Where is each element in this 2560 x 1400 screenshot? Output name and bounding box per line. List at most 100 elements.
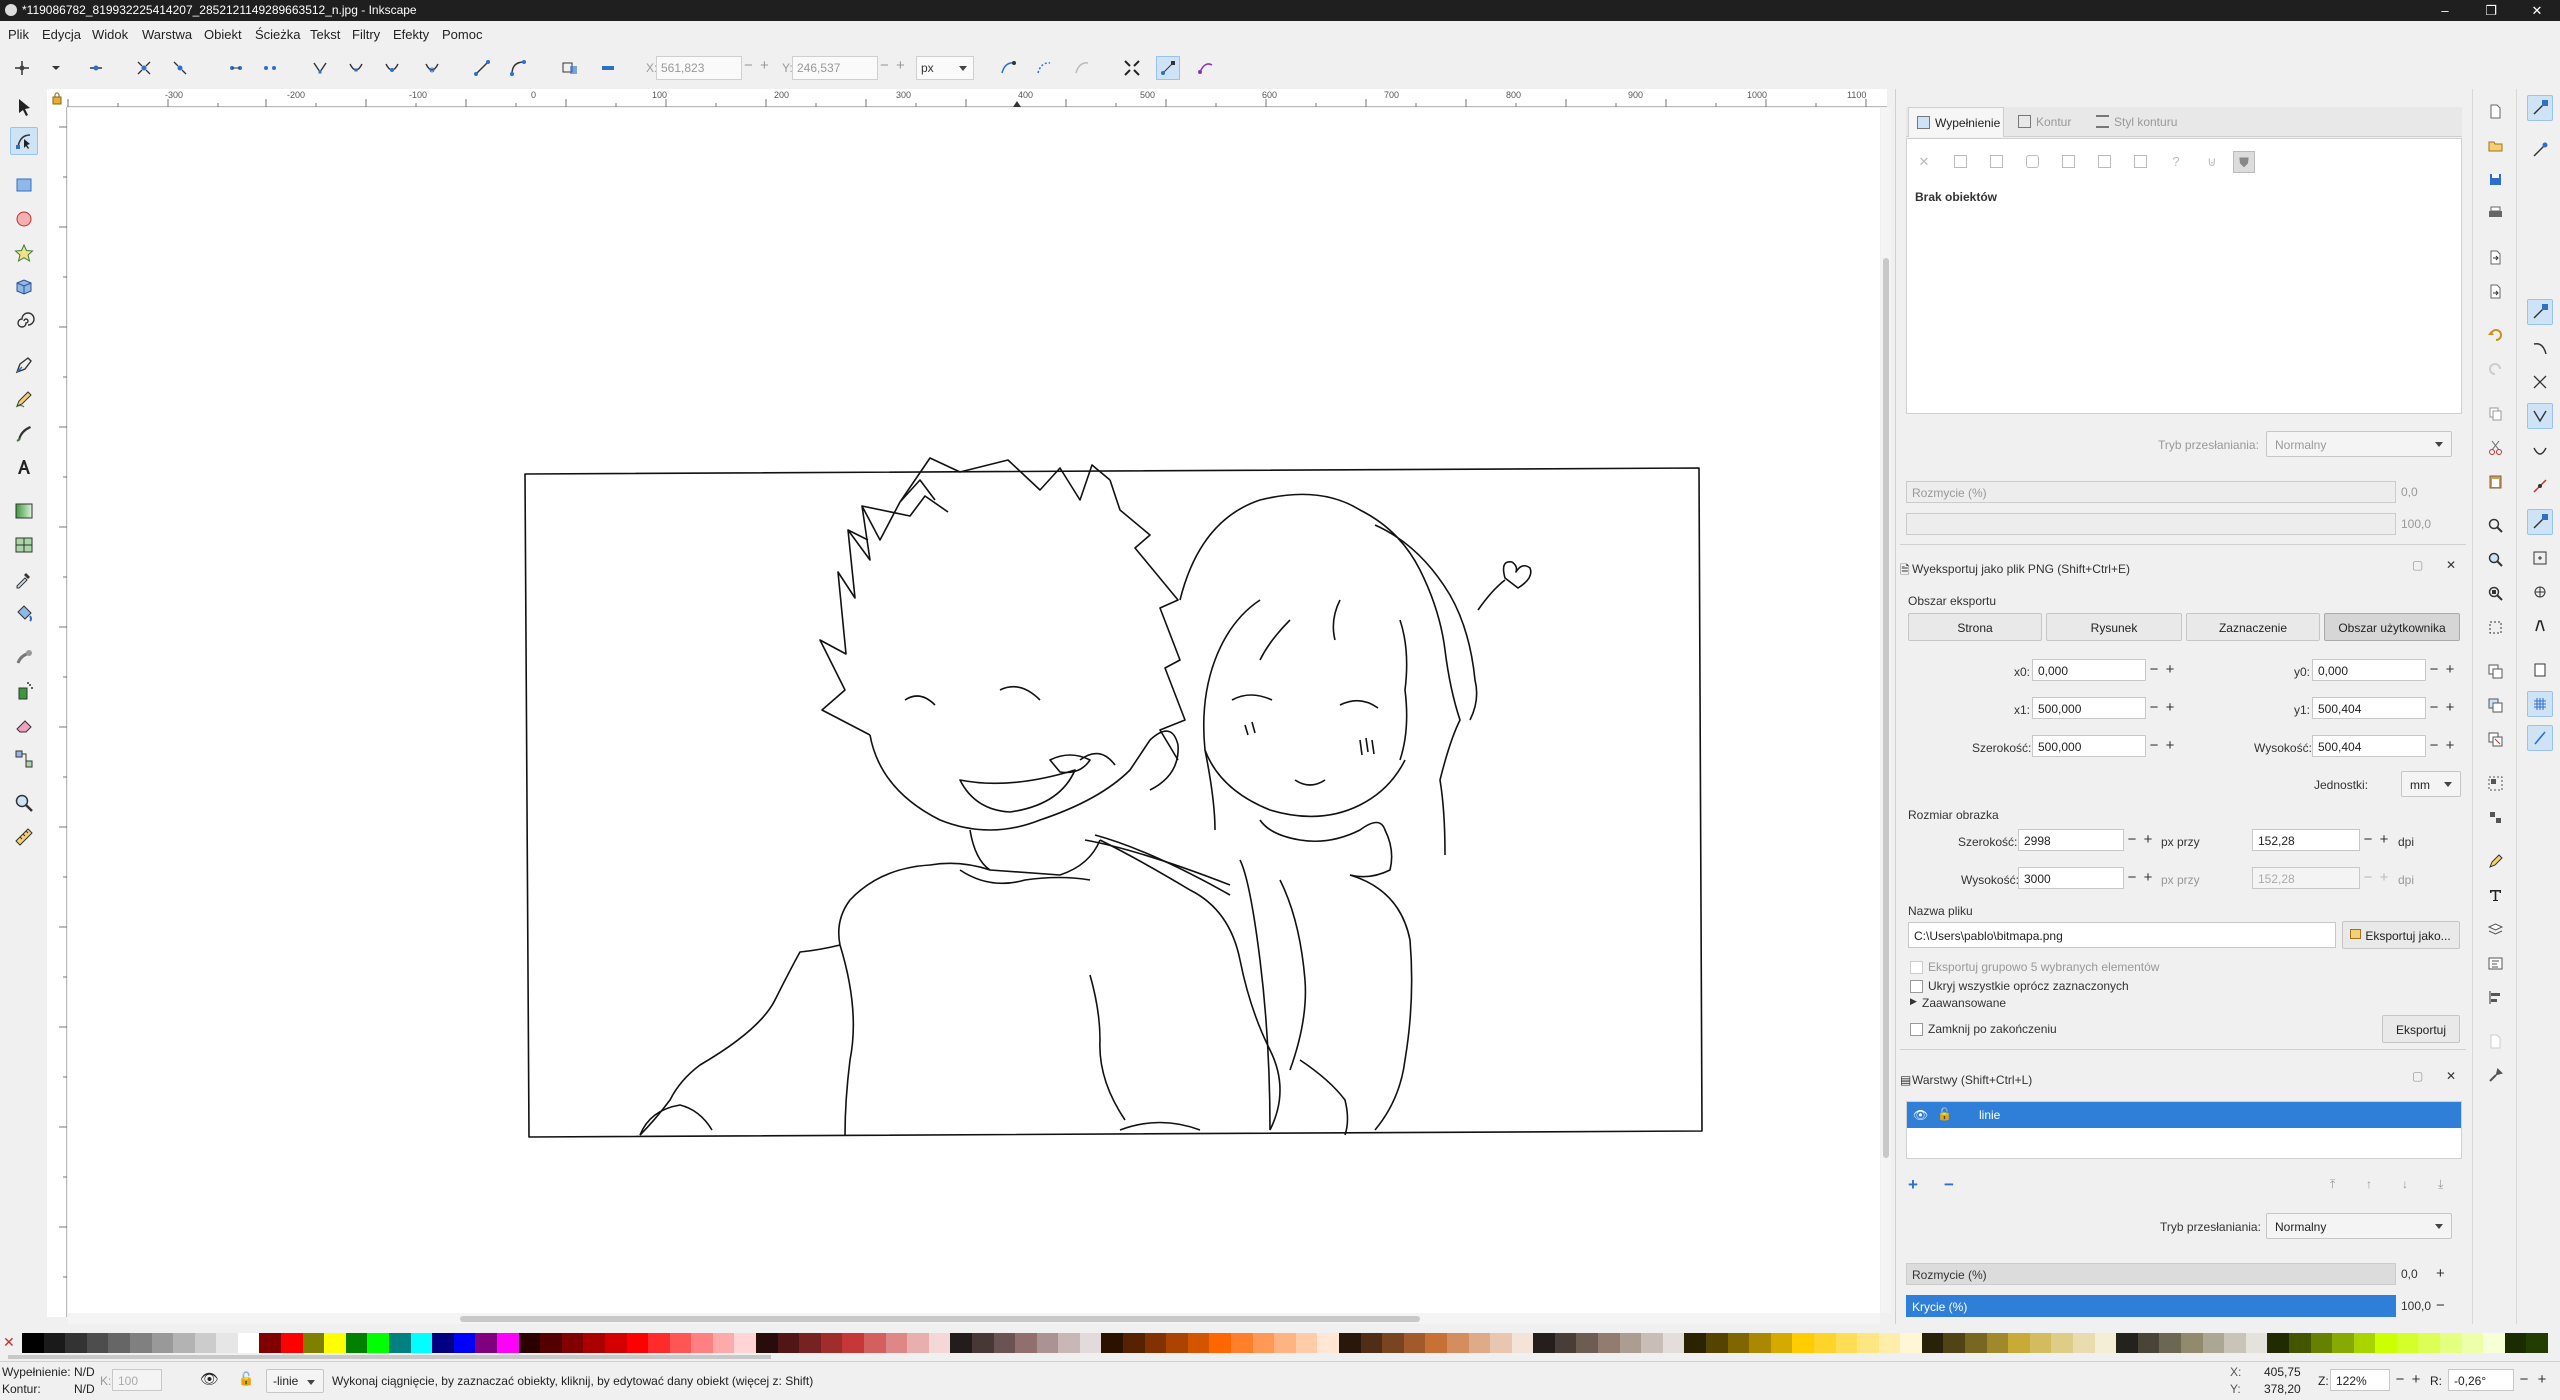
color-swatch[interactable] — [216, 1333, 239, 1353]
color-swatch[interactable] — [389, 1333, 412, 1353]
snap-path-icon[interactable] — [2527, 335, 2553, 361]
layer-up-icon[interactable]: ↑ — [2366, 1177, 2372, 1191]
color-swatch[interactable] — [2073, 1333, 2096, 1353]
cut-icon[interactable] — [2485, 437, 2505, 457]
color-swatch[interactable] — [2159, 1333, 2182, 1353]
color-swatch[interactable] — [2418, 1333, 2441, 1353]
color-swatch[interactable] — [1187, 1333, 1210, 1353]
filename-input[interactable]: C:\Users\pablo\bitmapa.png — [1908, 922, 2336, 948]
color-swatch[interactable] — [1425, 1333, 1448, 1353]
rotation-input[interactable]: -0,26° — [2448, 1369, 2514, 1391]
img-height-input[interactable]: 3000 — [2018, 867, 2124, 889]
snap-nodes-icon[interactable] — [2527, 299, 2553, 325]
color-swatch[interactable] — [2180, 1333, 2203, 1353]
color-swatch[interactable] — [2029, 1333, 2052, 1353]
snap-page-border-icon[interactable] — [2527, 657, 2553, 683]
color-swatch[interactable] — [1446, 1333, 1469, 1353]
color-swatch[interactable] — [1295, 1333, 1318, 1353]
pencil-tool-icon[interactable] — [10, 385, 38, 413]
color-swatch[interactable] — [151, 1333, 174, 1353]
selector-tool-icon[interactable] — [10, 93, 38, 121]
x0-minus-icon[interactable]: − — [2146, 659, 2162, 681]
export-as-button[interactable]: Eksportuj jako... — [2342, 921, 2460, 949]
color-swatch[interactable] — [518, 1333, 541, 1353]
export-width-plus-icon[interactable]: + — [2162, 735, 2178, 757]
color-swatch[interactable] — [324, 1333, 347, 1353]
color-swatch[interactable] — [108, 1333, 131, 1353]
undo-icon[interactable] — [2485, 325, 2505, 345]
color-swatch[interactable] — [1965, 1333, 1988, 1353]
color-swatch[interactable] — [2440, 1333, 2463, 1353]
layer-lock-icon[interactable]: 🔓 — [1937, 1107, 1952, 1121]
show-transform-handles-icon[interactable] — [1120, 56, 1144, 80]
ellipse-tool-icon[interactable] — [10, 205, 38, 233]
fill-blend-select[interactable]: Normalny — [2266, 431, 2452, 457]
swatch-icon[interactable] — [2129, 151, 2151, 173]
color-swatch[interactable] — [1533, 1333, 1556, 1353]
color-swatch[interactable] — [604, 1333, 627, 1353]
menu-tekst[interactable]: Tekst — [310, 27, 340, 42]
star-tool-icon[interactable] — [10, 239, 38, 267]
x-plus-icon[interactable]: + — [760, 57, 769, 74]
xml-editor-icon[interactable] — [2485, 953, 2505, 973]
color-swatch[interactable] — [561, 1333, 584, 1353]
eraser-tool-icon[interactable] — [10, 711, 38, 739]
color-swatch[interactable] — [2396, 1333, 2419, 1353]
color-swatch[interactable] — [2526, 1333, 2549, 1353]
opacity-k-input[interactable]: 100 — [112, 1369, 162, 1391]
color-swatch[interactable] — [410, 1333, 433, 1353]
panel-float-icon[interactable]: ▢ — [2412, 558, 2423, 572]
color-swatch[interactable] — [1231, 1333, 1254, 1353]
export-area-custom-button[interactable]: Obszar użytkownika — [2324, 613, 2460, 641]
show-outline-icon[interactable] — [1194, 56, 1218, 80]
snap-intersection-icon[interactable] — [2527, 369, 2553, 395]
fill-rule-nonzero-icon[interactable]: ⛊ — [2233, 151, 2255, 173]
align-dialog-icon[interactable] — [2485, 987, 2505, 1007]
snap-guide-icon[interactable] — [2527, 725, 2553, 751]
color-swatch[interactable] — [2008, 1333, 2031, 1353]
node-auto-smooth-icon[interactable] — [420, 56, 444, 80]
object-to-path-icon[interactable] — [558, 56, 582, 80]
gradient-tool-icon[interactable] — [10, 497, 38, 525]
current-layer-select[interactable]: -linie — [266, 1369, 324, 1393]
horizontal-ruler[interactable]: -300 -200 -100 0 100 200 300 400 500 600… — [47, 89, 1887, 107]
color-swatch[interactable] — [237, 1333, 260, 1353]
break-path-icon[interactable] — [168, 56, 192, 80]
snap-toggle-icon[interactable] — [2527, 95, 2553, 121]
segment-curve-icon[interactable] — [506, 56, 530, 80]
fill-stroke-dialog-icon[interactable] — [2485, 851, 2505, 871]
layer-blur-slider[interactable]: Rozmycie (%) — [1906, 1263, 2396, 1285]
zoom-plus-icon[interactable]: + — [2408, 1369, 2424, 1391]
export-area-selection-button[interactable]: Zaznaczenie — [2186, 613, 2320, 641]
layer-down-icon[interactable]: ↓ — [2402, 1177, 2408, 1191]
color-swatch[interactable] — [842, 1333, 865, 1353]
close-window-button[interactable]: ✕ — [2514, 0, 2560, 21]
panel-float-icon[interactable]: ▢ — [2412, 1069, 2423, 1083]
color-swatch[interactable] — [1900, 1333, 1923, 1353]
y0-plus-icon[interactable]: + — [2442, 659, 2458, 681]
color-swatch[interactable] — [1770, 1333, 1793, 1353]
snap-others-icon[interactable] — [2527, 509, 2553, 535]
x0-plus-icon[interactable]: + — [2162, 659, 2178, 681]
zoom-tool-icon[interactable] — [10, 789, 38, 817]
color-swatch[interactable] — [2353, 1333, 2376, 1353]
color-swatch[interactable] — [1166, 1333, 1189, 1353]
calligraphy-tool-icon[interactable] — [10, 419, 38, 447]
color-swatch[interactable] — [648, 1333, 671, 1353]
color-swatch[interactable] — [2137, 1333, 2160, 1353]
flat-color-icon[interactable] — [1949, 151, 1971, 173]
mesh-gradient-icon[interactable] — [2057, 151, 2079, 173]
color-swatch[interactable] — [1986, 1333, 2009, 1353]
tweak-tool-icon[interactable] — [10, 643, 38, 671]
menu-widok[interactable]: Widok — [92, 27, 128, 42]
node-tool-icon[interactable] — [10, 127, 38, 155]
img-width-input[interactable]: 2998 — [2018, 829, 2124, 851]
color-swatch[interactable] — [194, 1333, 217, 1353]
color-swatch[interactable] — [453, 1333, 476, 1353]
snap-text-baseline-icon[interactable] — [2527, 613, 2553, 639]
join-segment-icon[interactable] — [224, 56, 248, 80]
color-swatch[interactable] — [1252, 1333, 1275, 1353]
paste-icon[interactable] — [2485, 471, 2505, 491]
export-area-page-button[interactable]: Strona — [1908, 613, 2042, 641]
color-swatch[interactable] — [1835, 1333, 1858, 1353]
